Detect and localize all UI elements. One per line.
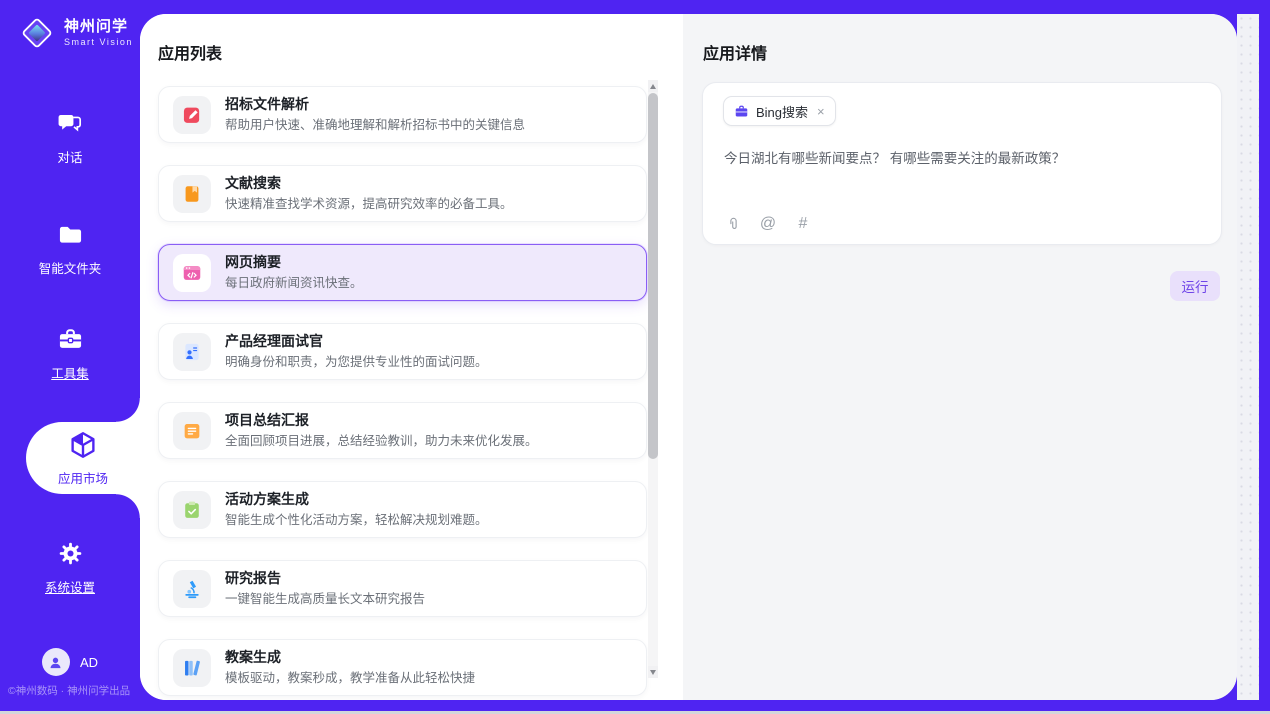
clipboard-check-icon [173,491,211,529]
sidebar-item-label: 对话 [0,147,140,166]
app-card[interactable]: 研究报告 一键智能生成高质量长文本研究报告 [158,560,647,617]
app-card-desc: 明确身份和职责，为您提供专业性的面试问题。 [225,354,488,370]
sidebar-item-toolset[interactable]: 工具集 [0,326,140,382]
arrow-down-icon [650,670,656,675]
book-icon [173,175,211,213]
gear-icon [57,554,84,571]
user-name: AD [80,655,98,670]
app-card-desc: 模板驱动，教案秒成，教学准备从此轻松快捷 [225,670,475,686]
tool-tag-bing-search[interactable]: Bing搜索 × [723,96,836,126]
list-scrollbar[interactable] [648,80,658,678]
page-gutter [1237,14,1259,700]
copyright-text: ©神州数码 · 神州问学出品 [8,683,140,698]
cube-icon [68,430,98,465]
app-card-title: 教案生成 [225,649,475,667]
microscope-icon [173,570,211,608]
app-cards: 招标文件解析 帮助用户快速、准确地理解和解析招标书中的关键信息 文献搜索 快速精… [158,86,647,700]
app-detail-title: 应用详情 [703,40,767,64]
prompt-card: Bing搜索 × 今日湖北有哪些新闻要点？ 有哪些需要关注的最新政策？ @ # [702,82,1222,245]
sidebar-item-app-market[interactable]: 应用市场 [26,422,140,494]
app-card-desc: 智能生成个性化活动方案，轻松解决规划难题。 [225,512,488,528]
app-card[interactable]: 网页摘要 每日政府新闻资讯快查。 [158,244,647,301]
sidebar-item-label: 应用市场 [58,468,108,487]
app-card-desc: 帮助用户快速、准确地理解和解析招标书中的关键信息 [225,117,525,133]
sidebar-item-label: 智能文件夹 [0,258,140,277]
edit-square-icon [173,96,211,134]
app-card[interactable]: 项目总结汇报 全面回顾项目进展，总结经验教训，助力未来优化发展。 [158,402,647,459]
brand-name: 神州问学 [64,18,133,35]
app-card[interactable]: 产品经理面试官 明确身份和职责，为您提供专业性的面试问题。 [158,323,647,380]
sidebar-item-chat[interactable]: 对话 [0,110,140,166]
app-card-desc: 一键智能生成高质量长文本研究报告 [225,591,425,607]
app-card-title: 项目总结汇报 [225,412,538,430]
tool-tag-label: Bing搜索 [756,102,808,121]
app-list-title: 应用列表 [158,40,222,64]
sidebar: 神州问学 Smart Vision 对话 智能文件夹 工具集 应用市场 系统设置 [0,0,140,714]
app-card-desc: 快速精准查找学术资源，提高研究效率的必备工具。 [225,196,513,212]
app-card[interactable]: 招标文件解析 帮助用户快速、准确地理解和解析招标书中的关键信息 [158,86,647,143]
diamond-logo-icon [18,14,56,52]
app-card-title: 网页摘要 [225,254,363,272]
brand-logo[interactable]: 神州问学 Smart Vision [18,14,133,52]
scroll-down-button[interactable] [648,666,658,678]
tab-fillet-bottom [116,494,140,518]
app-card-title: 招标文件解析 [225,96,525,114]
app-card[interactable]: 教案生成 模板驱动，教案秒成，教学准备从此轻松快捷 [158,639,647,696]
app-card[interactable]: 活动方案生成 智能生成个性化活动方案，轻松解决规划难题。 [158,481,647,538]
close-icon[interactable]: × [817,105,825,118]
at-icon[interactable]: @ [759,215,777,233]
run-button[interactable]: 运行 [1170,271,1220,301]
app-card[interactable]: 文献搜索 快速精准查找学术资源，提高研究效率的必备工具。 [158,165,647,222]
paperclip-icon[interactable] [724,215,742,233]
app-list-panel: 应用列表 招标文件解析 帮助用户快速、准确地理解和解析招标书中的关键信息 文献搜… [140,14,683,700]
scroll-up-button[interactable] [648,80,658,92]
main-content: 应用列表 招标文件解析 帮助用户快速、准确地理解和解析招标书中的关键信息 文献搜… [140,14,1237,700]
toolbox-icon [57,340,84,357]
app-detail-panel: 应用详情 Bing搜索 × 今日湖北有哪些新闻要点？ 有哪些需要关注的最新政策？… [683,14,1237,700]
interview-doc-icon [173,333,211,371]
avatar [42,648,70,676]
user-chip[interactable]: AD [0,648,140,676]
composer-toolbar: @ # [724,215,812,233]
folder-icon [57,235,84,252]
sidebar-item-label: 系统设置 [0,577,140,596]
sidebar-item-label: 工具集 [0,363,140,382]
app-card-desc: 全面回顾项目进展，总结经验教训，助力未来优化发展。 [225,433,538,449]
prompt-input[interactable]: 今日湖北有哪些新闻要点？ 有哪些需要关注的最新政策？ [724,149,1198,169]
sidebar-item-smart-folder[interactable]: 智能文件夹 [0,221,140,277]
app-card-desc: 每日政府新闻资讯快查。 [225,275,363,291]
app-card-title: 产品经理面试官 [225,333,488,351]
chat-icon [57,124,84,141]
app-card-title: 文献搜索 [225,175,513,193]
tab-fillet-top [116,398,140,422]
books-icon [173,649,211,687]
arrow-up-icon [650,84,656,89]
app-card-title: 研究报告 [225,570,425,588]
hash-icon[interactable]: # [794,215,812,233]
briefcase-icon [734,104,749,119]
scrollbar-thumb[interactable] [648,93,658,459]
app-card-title: 活动方案生成 [225,491,488,509]
sidebar-item-settings[interactable]: 系统设置 [0,540,140,596]
brand-subtitle: Smart Vision [64,37,133,47]
report-note-icon [173,412,211,450]
web-window-icon [173,254,211,292]
